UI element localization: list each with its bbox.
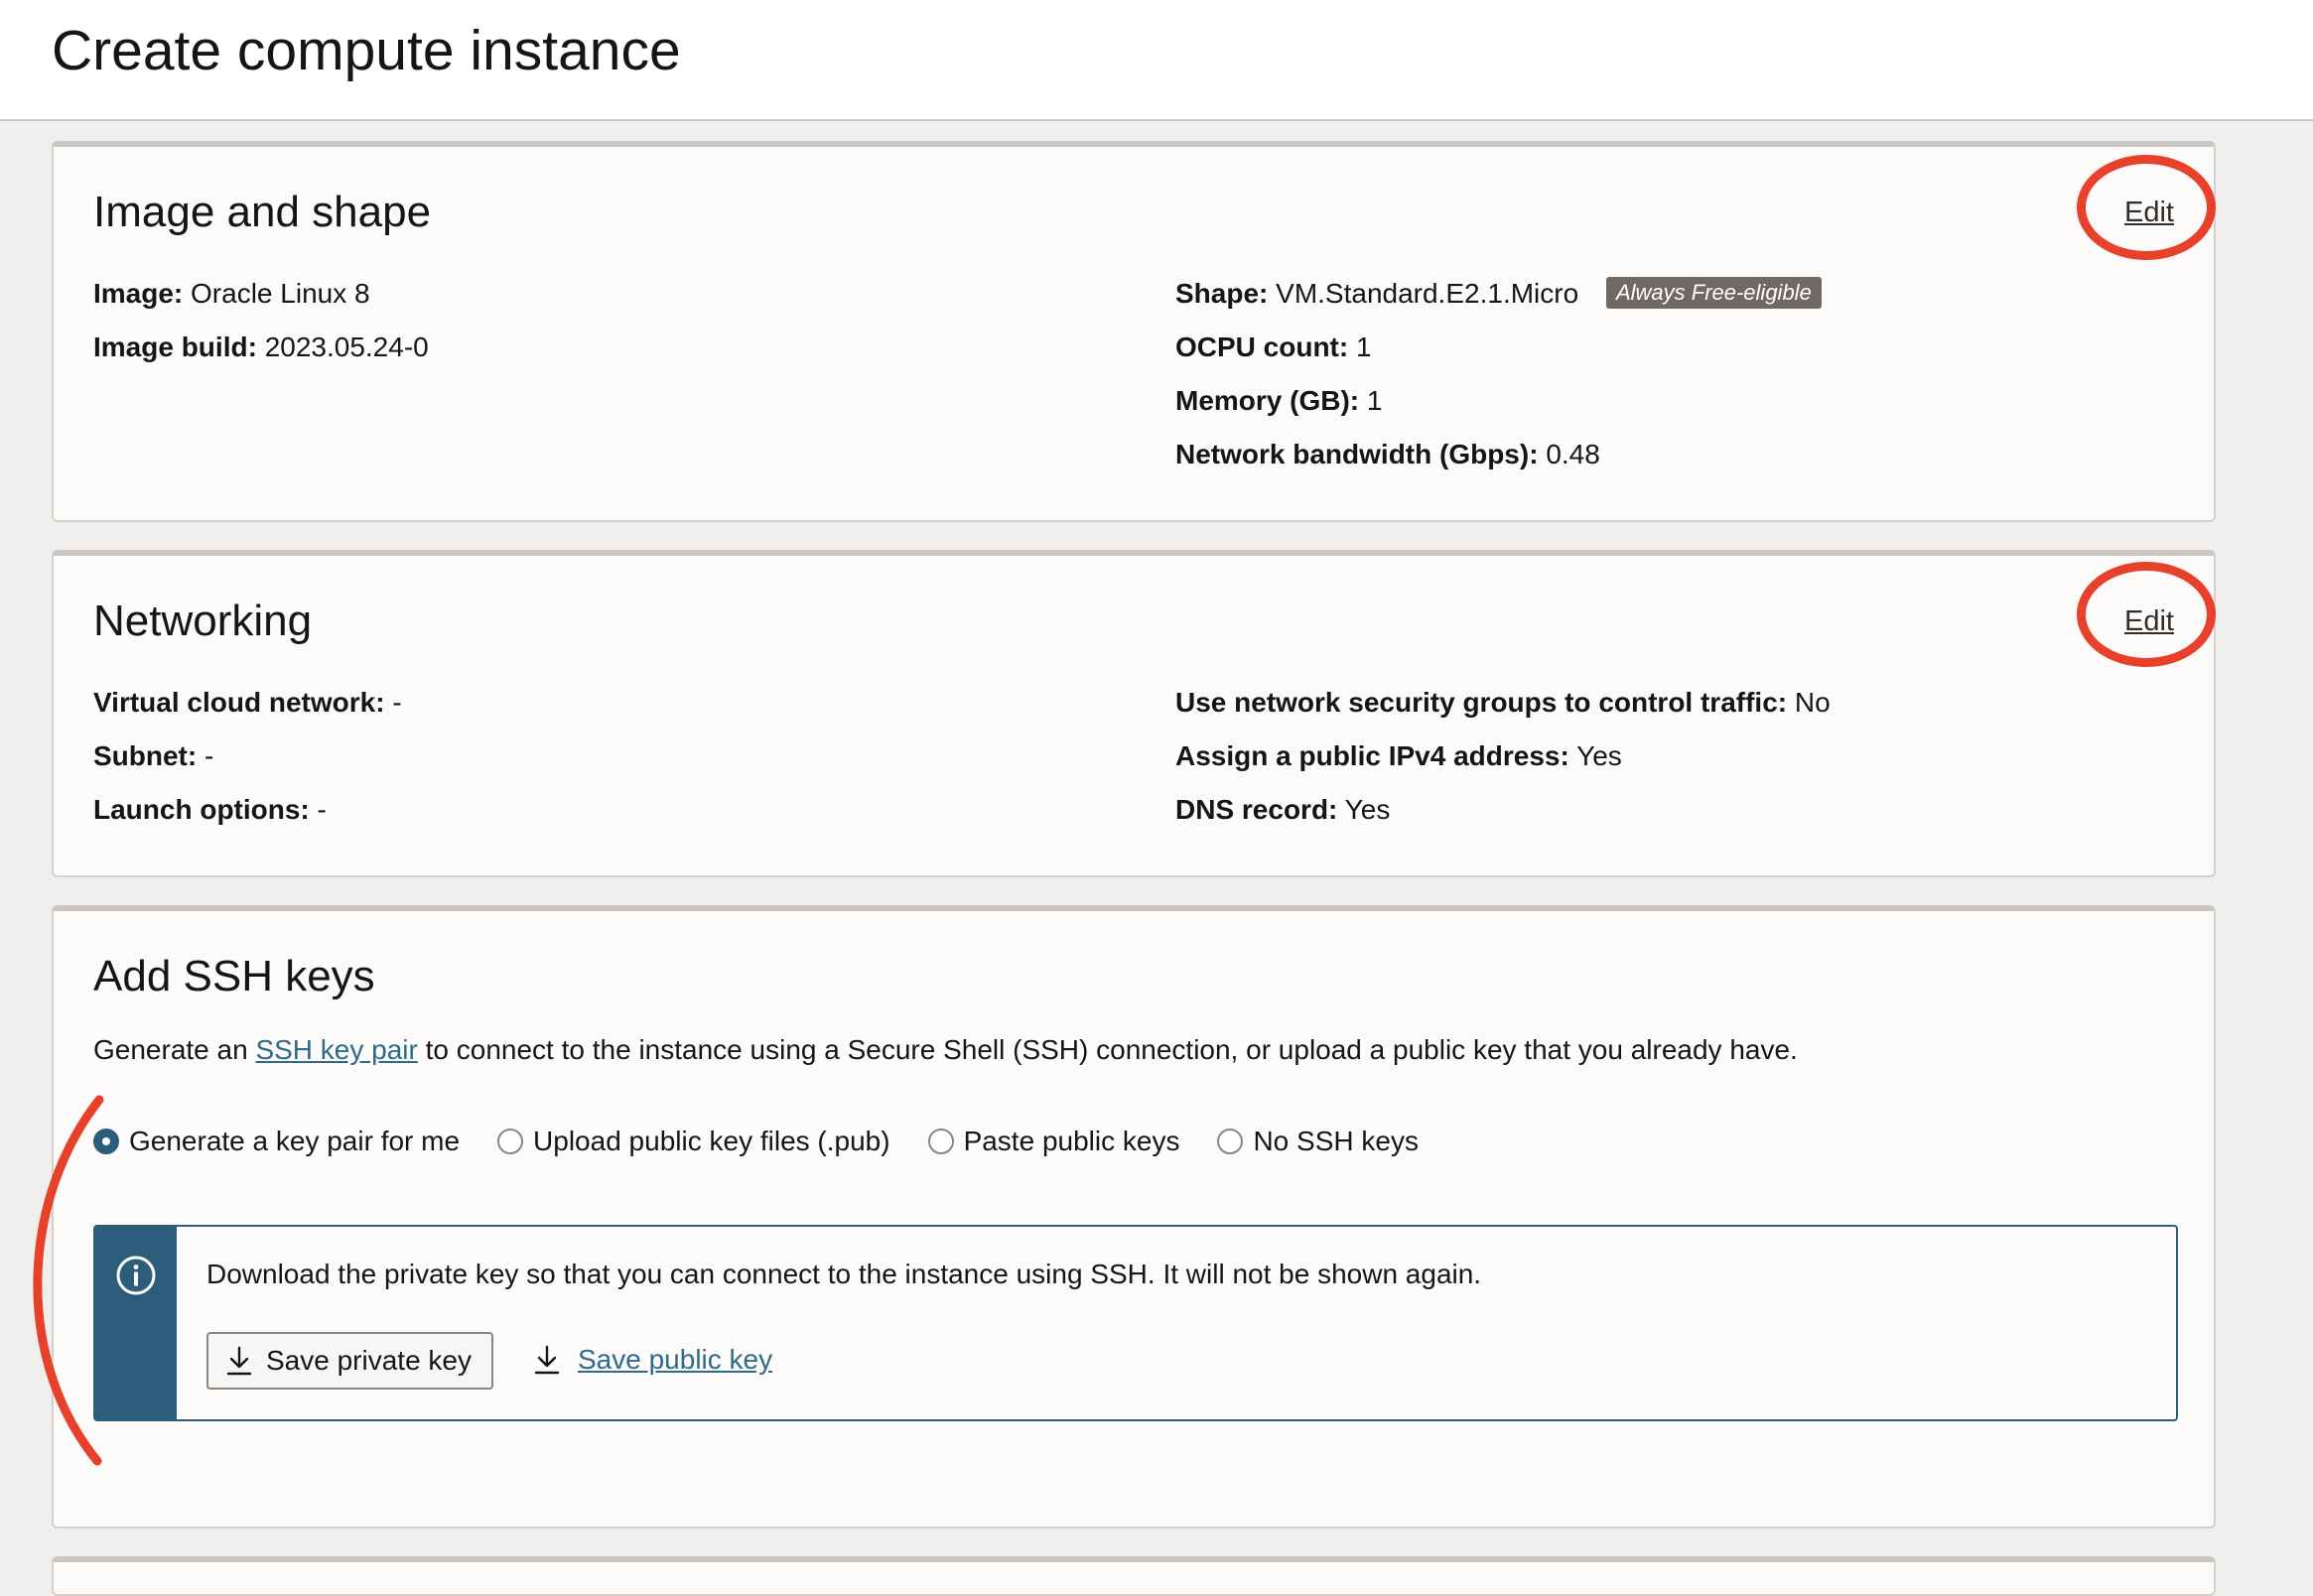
ssh-description: Generate an SSH key pair to connect to t…: [93, 1032, 1798, 1068]
ocpu-count-label: OCPU count:: [1175, 332, 1349, 362]
nsg-field: Use network security groups to control t…: [1175, 685, 1831, 721]
radio-checked-icon[interactable]: [93, 1129, 119, 1154]
network-bandwidth-value: 0.48: [1546, 439, 1600, 469]
download-icon: [534, 1345, 560, 1375]
ssh-keys-title: Add SSH keys: [93, 952, 375, 1000]
radio-generate-label: Generate a key pair for me: [129, 1126, 461, 1156]
radio-upload-label: Upload public key files (.pub): [533, 1126, 890, 1156]
always-free-badge: Always Free-eligible: [1605, 277, 1822, 309]
networking-edit-link[interactable]: Edit: [2124, 603, 2174, 639]
image-shape-card: Image and shape Edit Image: Oracle Linux…: [52, 141, 2216, 522]
image-build-value: 2023.05.24-0: [264, 332, 429, 362]
info-alert: Download the private key so that you can…: [93, 1225, 2178, 1421]
dns-record-value: Yes: [1344, 794, 1391, 825]
public-ip-value: Yes: [1576, 740, 1622, 771]
image-shape-edit-link[interactable]: Edit: [2124, 195, 2174, 230]
save-private-key-label: Save private key: [266, 1345, 472, 1376]
radio-no-ssh-label: No SSH keys: [1253, 1126, 1419, 1156]
radio-upload-public-key[interactable]: Upload public key files (.pub): [497, 1124, 890, 1159]
launch-options-label: Launch options:: [93, 794, 310, 825]
image-build-field: Image build: 2023.05.24-0: [93, 330, 429, 365]
launch-options-field: Launch options: -: [93, 792, 327, 828]
radio-unchecked-icon[interactable]: [497, 1129, 524, 1154]
public-ip-field: Assign a public IPv4 address: Yes: [1175, 738, 1622, 774]
nsg-label: Use network security groups to control t…: [1175, 687, 1788, 718]
ssh-desc-before: Generate an: [93, 1034, 248, 1065]
radio-generate-key-pair[interactable]: Generate a key pair for me: [93, 1124, 460, 1159]
image-build-label: Image build:: [93, 332, 257, 362]
subnet-label: Subnet:: [93, 740, 198, 771]
info-icon: [116, 1256, 156, 1295]
download-icon: [226, 1346, 252, 1376]
shape-value: VM.Standard.E2.1.Micro: [1276, 278, 1579, 309]
networking-title: Networking: [93, 597, 313, 645]
dns-record-label: DNS record:: [1175, 794, 1338, 825]
radio-paste-public-keys[interactable]: Paste public keys: [927, 1124, 1180, 1159]
ocpu-count-value: 1: [1356, 332, 1372, 362]
subnet-field: Subnet: -: [93, 738, 213, 774]
radio-no-ssh-keys[interactable]: No SSH keys: [1217, 1124, 1419, 1159]
ssh-key-pair-link[interactable]: SSH key pair: [255, 1034, 417, 1065]
page-header: Create compute instance: [0, 0, 2313, 121]
vcn-value: -: [392, 687, 402, 718]
save-public-key-label: Save public key: [578, 1344, 773, 1375]
ocpu-count-field: OCPU count: 1: [1175, 330, 1372, 365]
nsg-value: No: [1794, 687, 1831, 718]
ssh-key-options: Generate a key pair for me Upload public…: [93, 1124, 1456, 1159]
radio-unchecked-icon[interactable]: [927, 1129, 954, 1154]
image-field-label: Image:: [93, 278, 184, 309]
memory-value: 1: [1366, 385, 1383, 416]
ssh-desc-after: to connect to the instance using a Secur…: [425, 1034, 1798, 1065]
page-title: Create compute instance: [52, 19, 681, 82]
launch-options-value: -: [317, 794, 327, 825]
dns-record-field: DNS record: Yes: [1175, 792, 1390, 828]
save-private-key-button[interactable]: Save private key: [206, 1332, 493, 1390]
vcn-field: Virtual cloud network: -: [93, 685, 402, 721]
info-message: Download the private key so that you can…: [206, 1259, 1482, 1289]
info-alert-strip: [95, 1227, 177, 1419]
image-field: Image: Oracle Linux 8: [93, 276, 370, 312]
subnet-value: -: [204, 740, 214, 771]
ssh-keys-card: Add SSH keys Generate an SSH key pair to…: [52, 905, 2216, 1529]
next-section-card: [52, 1556, 2216, 1596]
shape-field: Shape: VM.Standard.E2.1.Micro Always Fre…: [1175, 276, 1822, 312]
memory-field: Memory (GB): 1: [1175, 383, 1382, 419]
save-public-key-link[interactable]: Save public key: [532, 1342, 772, 1378]
vcn-label: Virtual cloud network:: [93, 687, 385, 718]
image-field-value: Oracle Linux 8: [191, 278, 370, 309]
network-bandwidth-label: Network bandwidth (Gbps):: [1175, 439, 1539, 469]
network-bandwidth-field: Network bandwidth (Gbps): 0.48: [1175, 437, 1600, 472]
radio-unchecked-icon[interactable]: [1217, 1129, 1244, 1154]
radio-paste-label: Paste public keys: [963, 1126, 1180, 1156]
memory-label: Memory (GB):: [1175, 385, 1360, 416]
networking-card: Networking Edit Virtual cloud network: -…: [52, 550, 2216, 877]
public-ip-label: Assign a public IPv4 address:: [1175, 740, 1569, 771]
shape-label: Shape:: [1175, 278, 1269, 309]
image-shape-title: Image and shape: [93, 188, 432, 236]
